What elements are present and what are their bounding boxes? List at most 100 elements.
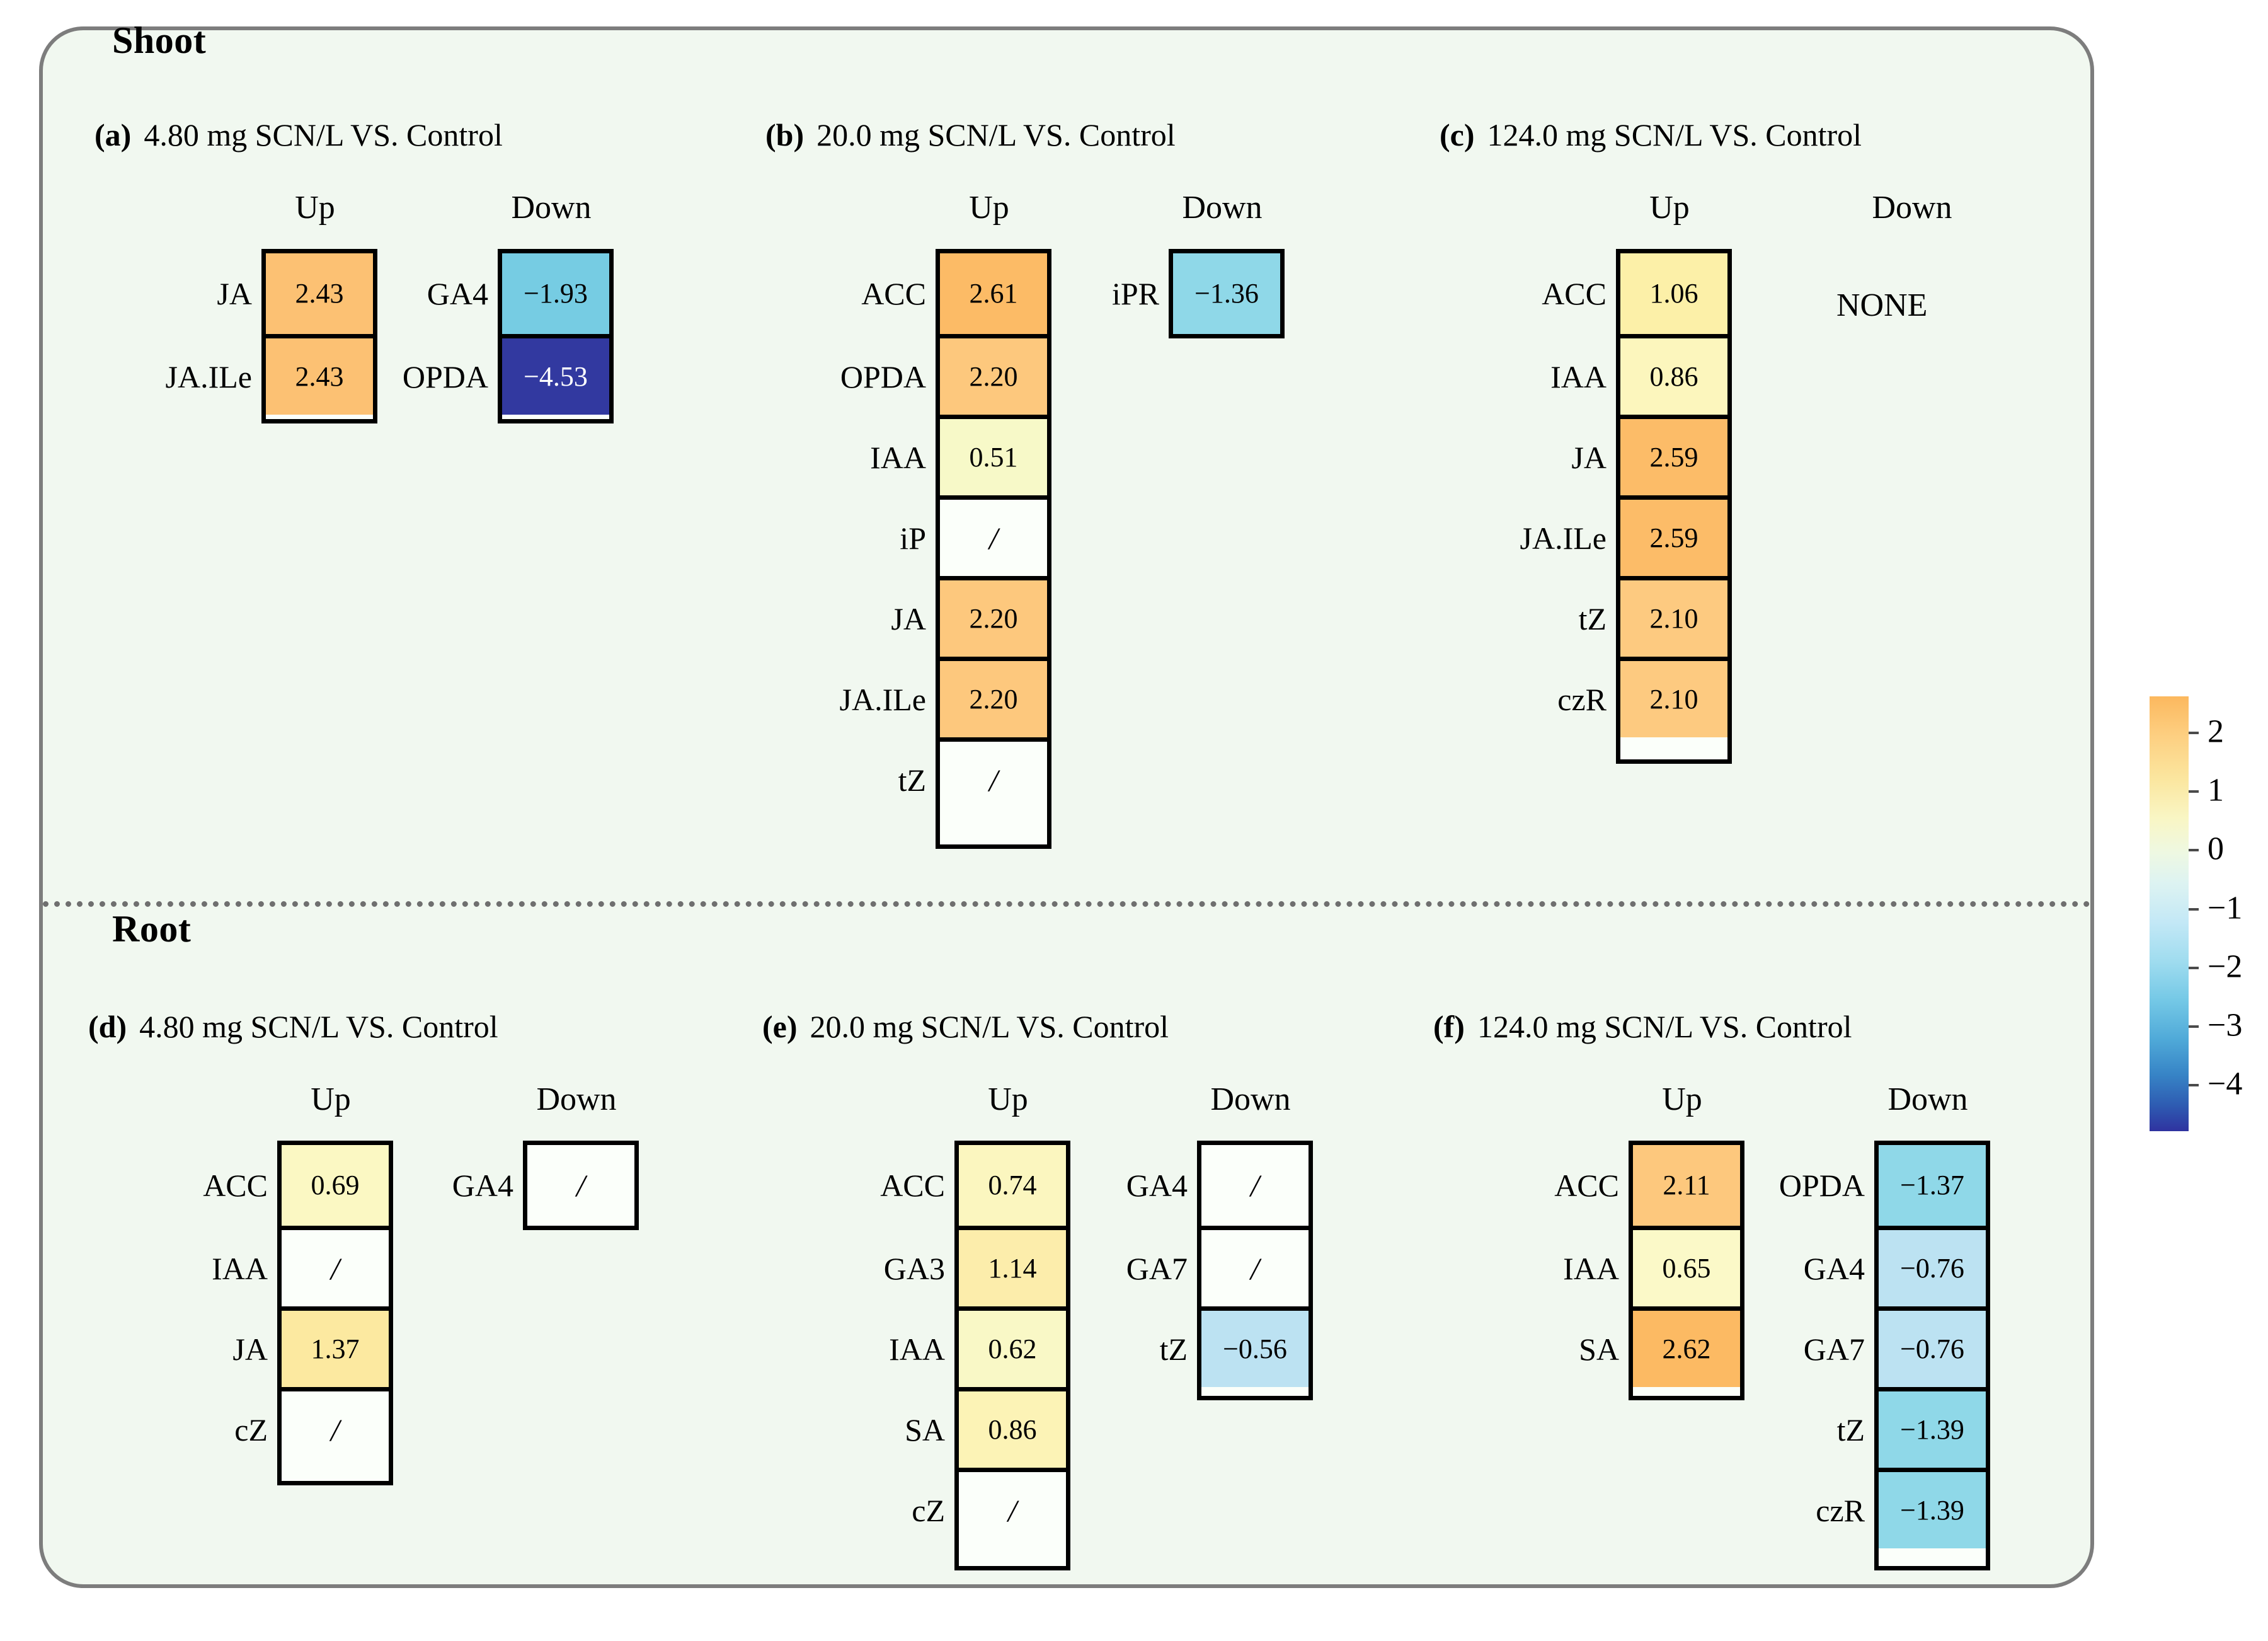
- hormone-label: tZ: [1578, 601, 1606, 636]
- heatmap-cell: tZ −1.39: [1837, 1387, 1986, 1468]
- cell-value: −4.53: [524, 360, 588, 392]
- cell-value: −0.56: [1223, 1333, 1287, 1364]
- hormone-label: tZ: [898, 762, 926, 798]
- hormone-label: IAA: [870, 439, 926, 475]
- colorbar-tick-label: −1: [2208, 890, 2243, 926]
- panel-title: (e) 20.0 mg SCN/L VS. Control: [762, 1008, 1169, 1045]
- cell-value: 2.61: [969, 278, 1018, 309]
- heatmap-cell: iPR −1.36: [1112, 253, 1280, 334]
- hormone-label: cZ: [234, 1412, 268, 1448]
- cell-value: 2.10: [1649, 602, 1698, 634]
- hormone-label: czR: [1557, 681, 1606, 717]
- heatmap-cell: ACC 2.61: [861, 253, 1047, 334]
- cell-value: 1.14: [988, 1252, 1037, 1284]
- heatmap-cell: czR −1.39: [1816, 1468, 1986, 1548]
- heatmap-cell: SA 2.62: [1579, 1306, 1740, 1387]
- panel-comparison-label: 4.80 mg SCN/L VS. Control: [139, 1009, 498, 1044]
- hormone-label: GA4: [452, 1168, 513, 1203]
- colorbar-tick-label: 1: [2208, 772, 2224, 809]
- heatmap-cell: GA7 /: [1126, 1226, 1309, 1306]
- cell-value: /: [1251, 1250, 1259, 1286]
- heatmap-cell: JA.ILe 2.43: [166, 334, 373, 415]
- hormone-label: IAA: [1550, 359, 1606, 394]
- panel-title: (f) 124.0 mg SCN/L VS. Control: [1433, 1008, 1852, 1045]
- cell-value: 0.65: [1662, 1252, 1711, 1284]
- cell-value: −0.76: [1900, 1333, 1964, 1364]
- section-label-root: Root: [112, 908, 192, 950]
- hormone-label: ACC: [203, 1168, 268, 1203]
- heatmap-cell: tZ −0.56: [1160, 1306, 1309, 1387]
- heatmap-cell: GA4 −1.93: [427, 253, 609, 334]
- hormone-label: IAA: [1563, 1250, 1619, 1286]
- heatmap-column-down: OPDA −1.37 GA4 −0.76 GA7 −0.76 tZ −1.39 czR −1.39: [1779, 1141, 1990, 1570]
- colorbar-gradient: [2150, 696, 2189, 1131]
- hormone-label: IAA: [889, 1331, 945, 1367]
- column-header-down: Down: [1182, 190, 1263, 226]
- hormone-label: czR: [1816, 1492, 1865, 1528]
- panel-title: (b) 20.0 mg SCN/L VS. Control: [765, 117, 1176, 153]
- heatmap-column-up: ACC 0.74 GA3 1.14 IAA 0.62 SA 0.86 cZ /: [880, 1141, 1070, 1570]
- panel-comparison-label: 4.80 mg SCN/L VS. Control: [144, 117, 503, 153]
- column-header-down: Down: [1887, 1081, 1968, 1117]
- panel-tag: (a): [94, 117, 132, 153]
- colorbar-tick-label: −2: [2208, 948, 2243, 985]
- colorbar-tick-label: 0: [2208, 831, 2224, 867]
- hormone-label: SA: [1579, 1331, 1619, 1367]
- cell-value: 0.69: [311, 1170, 360, 1201]
- cell-value: −1.39: [1900, 1414, 1964, 1445]
- hormone-label: JA: [1571, 439, 1606, 475]
- heatmap-column-up: ACC 2.11 IAA 0.65 SA 2.62: [1554, 1141, 1744, 1400]
- hormone-label: GA4: [1126, 1168, 1188, 1203]
- cell-value: /: [989, 762, 998, 798]
- cell-value: 0.86: [1649, 360, 1698, 392]
- panel-title: (c) 124.0 mg SCN/L VS. Control: [1440, 117, 1862, 153]
- heatmap-cell: JA 2.20: [891, 576, 1047, 657]
- panel-comparison-label: 124.0 mg SCN/L VS. Control: [1487, 117, 1862, 153]
- column-header-up: Up: [295, 190, 335, 226]
- colorbar-tick-mark: [2189, 849, 2199, 852]
- cell-value: 2.59: [1649, 522, 1698, 553]
- heatmap-cell: tZ 2.10: [1579, 576, 1727, 657]
- cell-value: /: [989, 520, 998, 556]
- hormone-label: GA4: [427, 276, 488, 311]
- heatmap-cell: OPDA 2.20: [840, 334, 1047, 415]
- cell-value: /: [1251, 1168, 1259, 1203]
- heatmap-cell: IAA 0.65: [1563, 1226, 1740, 1306]
- hormone-label: JA: [232, 1331, 268, 1367]
- heatmap-column-down: iPR −1.36: [1112, 249, 1285, 338]
- panel-comparison-label: 124.0 mg SCN/L VS. Control: [1477, 1009, 1852, 1044]
- hormone-label: ACC: [1554, 1168, 1619, 1203]
- hormone-label: SA: [905, 1412, 945, 1448]
- heatmap-column-down: GA4 / GA7 / tZ −0.56: [1126, 1141, 1313, 1400]
- hormone-label: OPDA: [402, 359, 488, 394]
- heatmap-cell: GA4 /: [1126, 1145, 1309, 1226]
- column-header-up: Up: [1662, 1081, 1702, 1117]
- cell-value: 0.62: [988, 1333, 1037, 1364]
- heatmap-cell: GA4 /: [452, 1145, 634, 1226]
- hormone-label: iPR: [1111, 276, 1159, 311]
- cell-value: 2.11: [1663, 1170, 1710, 1201]
- cell-value: /: [576, 1168, 585, 1203]
- hormone-label: OPDA: [840, 359, 926, 394]
- heatmap-cell: cZ /: [234, 1387, 389, 1468]
- heatmap-cell: IAA 0.51: [870, 415, 1047, 495]
- cell-value: 2.62: [1662, 1333, 1711, 1364]
- heatmap-cell: JA.ILe 2.20: [840, 657, 1047, 737]
- cell-value: 2.59: [1649, 441, 1698, 473]
- heatmap-column-down: GA4 /: [452, 1141, 639, 1230]
- heatmap-cell: tZ /: [898, 737, 1047, 818]
- hormone-label: GA7: [1126, 1250, 1188, 1286]
- panel-tag: (f): [1433, 1009, 1465, 1044]
- cell-value: 2.20: [969, 683, 1018, 715]
- panel-tag: (b): [765, 117, 805, 153]
- panel-tag: (c): [1440, 117, 1475, 153]
- heatmap-column-down: GA4 −1.93 OPDA −4.53: [403, 249, 614, 423]
- none-indicator: NONE: [1836, 287, 1928, 323]
- heatmap-cell: GA7 −0.76: [1804, 1306, 1986, 1387]
- column-header-up: Up: [1649, 190, 1690, 226]
- colorbar-tick-label: −4: [2208, 1066, 2243, 1102]
- heatmap-cell: IAA 0.62: [889, 1306, 1066, 1387]
- heatmap-cell: ACC 0.69: [203, 1145, 389, 1226]
- cell-value: 1.37: [311, 1333, 360, 1364]
- column-header-up: Up: [311, 1081, 351, 1117]
